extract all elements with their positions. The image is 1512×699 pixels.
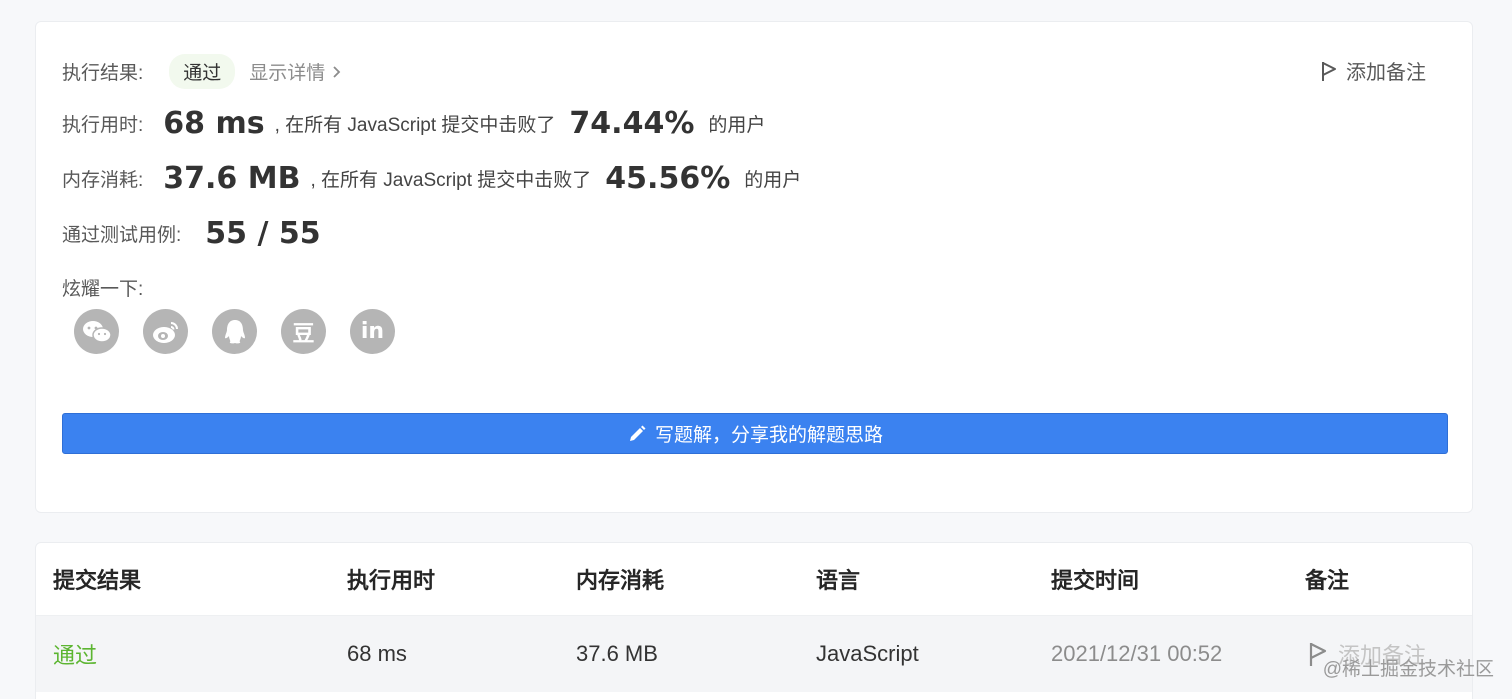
column-header-language: 语言: [816, 568, 861, 593]
weibo-icon[interactable]: [143, 309, 188, 354]
testcases-row: 通过测试用例: 55 / 55: [62, 216, 321, 251]
result-card: 执行结果: 通过 显示详情 添加备注 执行用时: 68 ms , 在所有 Jav…: [35, 21, 1473, 513]
share-label: 炫耀一下:: [62, 279, 144, 300]
table-row[interactable]: 通过 68 ms 37.6 MB JavaScript 2021/12/31 0…: [36, 615, 1472, 692]
runtime-percent: 74.44%: [569, 106, 695, 141]
memory-value: 37.6 MB: [163, 161, 301, 196]
wechat-glyph: [82, 320, 112, 343]
add-note-label: 添加备注: [1346, 62, 1426, 84]
qq-glyph: [224, 319, 245, 343]
show-details-label: 显示详情: [249, 63, 326, 84]
write-solution-button[interactable]: 写题解，分享我的解题思路: [62, 413, 1448, 454]
memory-mid-text: , 在所有 JavaScript 提交中击败了: [310, 170, 592, 191]
table-header: 提交结果 执行用时 内存消耗 语言 提交时间 备注: [36, 543, 1472, 615]
watermark-text: @稀土掘金技术社区: [1322, 659, 1494, 680]
memory-label: 内存消耗:: [62, 170, 144, 191]
testcases-label: 通过测试用例:: [62, 225, 182, 246]
row-runtime: 68 ms: [347, 641, 407, 666]
runtime-mid-text: , 在所有 JavaScript 提交中击败了: [274, 115, 556, 136]
douban-icon[interactable]: 豆: [281, 309, 326, 354]
runtime-value: 68 ms: [163, 106, 265, 141]
memory-suffix: 的用户: [744, 170, 802, 191]
runtime-row: 执行用时: 68 ms , 在所有 JavaScript 提交中击败了 74.4…: [62, 106, 765, 141]
memory-percent: 45.56%: [605, 161, 731, 196]
memory-row: 内存消耗: 37.6 MB , 在所有 JavaScript 提交中击败了 45…: [62, 161, 801, 196]
runtime-suffix: 的用户: [708, 115, 766, 136]
row-language: JavaScript: [816, 641, 919, 666]
result-label: 执行结果:: [62, 63, 144, 84]
qq-icon[interactable]: [212, 309, 257, 354]
runtime-label: 执行用时:: [62, 115, 144, 136]
column-header-note: 备注: [1305, 568, 1350, 593]
wechat-icon[interactable]: [74, 309, 119, 354]
submissions-table: 提交结果 执行用时 内存消耗 语言 提交时间 备注 通过 68 ms 37.6 …: [35, 542, 1473, 699]
write-solution-label: 写题解，分享我的解题思路: [654, 425, 883, 446]
douban-glyph: 豆: [292, 321, 315, 347]
status-badge: 通过: [169, 54, 236, 89]
column-header-time: 提交时间: [1051, 568, 1140, 593]
column-header-memory: 内存消耗: [576, 568, 665, 593]
column-header-result: 提交结果: [53, 568, 142, 593]
weibo-glyph: [152, 321, 178, 343]
share-row: 炫耀一下:: [62, 274, 143, 301]
chevron-right-icon: [333, 65, 341, 78]
row-status-link[interactable]: 通过: [53, 638, 97, 670]
share-icons: 豆 in: [74, 309, 395, 354]
pencil-icon: [629, 425, 646, 441]
row-memory: 37.6 MB: [576, 641, 658, 666]
testcases-value: 55 / 55: [205, 216, 321, 251]
linkedin-icon[interactable]: in: [350, 309, 395, 354]
linkedin-glyph: in: [360, 319, 385, 344]
flag-icon: [1322, 61, 1336, 81]
show-details-link[interactable]: 显示详情: [249, 58, 343, 85]
column-header-runtime: 执行用时: [347, 568, 436, 593]
add-note-button[interactable]: 添加备注: [1320, 56, 1426, 85]
result-row: 执行结果: 通过 显示详情: [62, 54, 343, 89]
row-submit-time: 2021/12/31 00:52: [1051, 641, 1223, 666]
